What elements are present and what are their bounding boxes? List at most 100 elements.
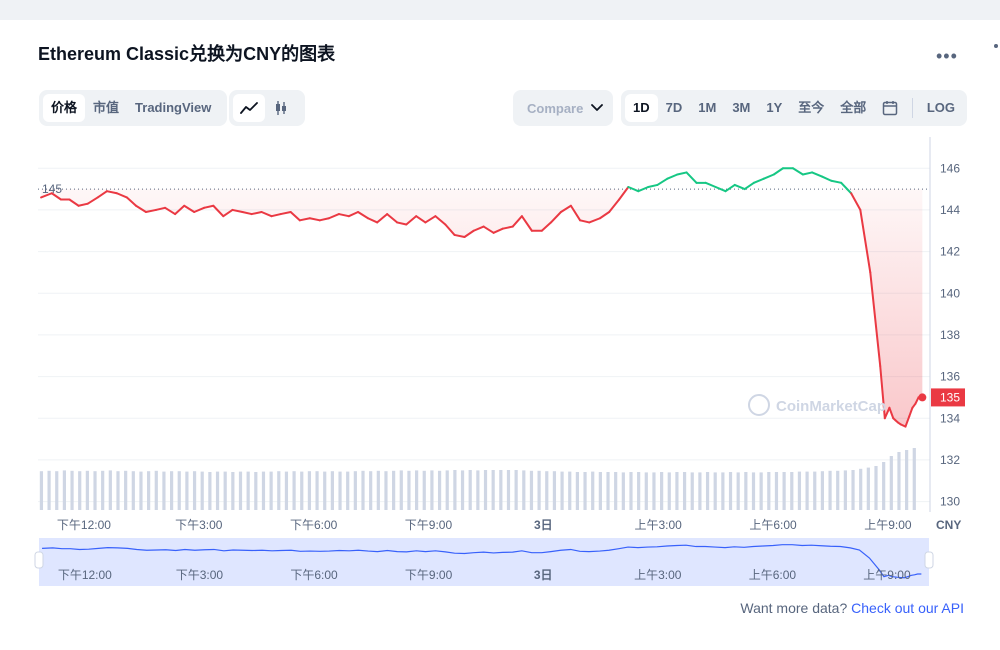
price-line-segment bbox=[733, 183, 746, 191]
volume-bar bbox=[353, 471, 357, 510]
volume-bar bbox=[744, 472, 748, 510]
volume-bar bbox=[215, 471, 220, 510]
volume-bar bbox=[583, 472, 587, 510]
volume-bar bbox=[62, 470, 66, 510]
volume-bar bbox=[47, 470, 51, 510]
volume-bar bbox=[598, 472, 602, 510]
volume-bar bbox=[637, 472, 641, 510]
y-tick-label: 134 bbox=[940, 411, 960, 425]
volume-bar bbox=[200, 471, 204, 510]
volume-bar bbox=[499, 470, 503, 510]
volume-bar bbox=[154, 470, 158, 510]
navigator-tick-label: 下午6:00 bbox=[290, 568, 338, 582]
volume-bar bbox=[537, 470, 541, 510]
price-line-segment bbox=[656, 177, 669, 186]
volume-bar bbox=[437, 470, 442, 510]
price-line-segment bbox=[666, 173, 679, 180]
volume-bar bbox=[797, 471, 802, 510]
price-line-segment bbox=[772, 167, 784, 176]
navigator-tick-label: 上午3:00 bbox=[634, 568, 682, 582]
navigator-tick-label: 下午12:00 bbox=[58, 568, 112, 582]
price-line-segment bbox=[752, 177, 765, 184]
navigator-tick-label: 上午9:00 bbox=[863, 568, 911, 582]
volume-bar bbox=[568, 471, 572, 510]
volume-bar bbox=[820, 471, 825, 510]
volume-bar bbox=[690, 472, 694, 510]
last-price-label: 135 bbox=[940, 390, 960, 404]
volume-bar bbox=[897, 452, 901, 510]
price-line-segment bbox=[647, 183, 659, 188]
volume-bar bbox=[606, 472, 610, 510]
volume-bar bbox=[177, 471, 181, 510]
volume-bar bbox=[522, 470, 526, 510]
volume-bar bbox=[330, 471, 334, 510]
volume-bar bbox=[376, 470, 380, 510]
volume-bar bbox=[147, 471, 151, 510]
navigator-handle[interactable] bbox=[924, 551, 934, 569]
price-line-segment bbox=[801, 171, 814, 176]
x-tick-label: 上午9:00 bbox=[864, 518, 912, 532]
volume-bar bbox=[790, 472, 794, 510]
volume-bar bbox=[430, 470, 434, 510]
volume-bar bbox=[422, 470, 426, 510]
volume-bar bbox=[445, 470, 449, 510]
volume-bar bbox=[453, 470, 457, 510]
volume-bar bbox=[238, 471, 243, 510]
volume-bar bbox=[85, 470, 89, 510]
coinmarketcap-logo-icon bbox=[748, 394, 770, 416]
price-line-segment bbox=[830, 179, 843, 184]
volume-bar bbox=[805, 471, 809, 510]
price-line-segment bbox=[811, 171, 824, 178]
volume-bar bbox=[836, 470, 840, 510]
volume-bar bbox=[346, 471, 350, 510]
volume-bar bbox=[124, 470, 128, 510]
watermark: CoinMarketCap bbox=[748, 394, 886, 416]
volume-bar bbox=[361, 470, 365, 510]
volume-bar bbox=[629, 472, 633, 510]
volume-bar bbox=[307, 471, 312, 510]
volume-bar bbox=[55, 471, 59, 510]
price-line-segment bbox=[821, 175, 833, 182]
volume-bar bbox=[813, 471, 817, 510]
volume-bar bbox=[621, 472, 625, 510]
volume-bar bbox=[162, 471, 166, 510]
y-tick-label: 142 bbox=[940, 245, 960, 259]
y-tick-label: 130 bbox=[940, 495, 960, 509]
volume-bar bbox=[882, 462, 886, 510]
volume-bar bbox=[859, 468, 863, 510]
volume-bar bbox=[614, 472, 618, 510]
volume-bar bbox=[392, 470, 396, 510]
volume-bar bbox=[736, 472, 740, 510]
volume-bar bbox=[384, 471, 388, 510]
x-tick-label: 上午6:00 bbox=[749, 518, 797, 532]
volume-bar bbox=[101, 470, 105, 510]
navigator-handle[interactable] bbox=[34, 551, 44, 569]
volume-bar bbox=[575, 472, 579, 510]
volume-bar bbox=[682, 472, 687, 510]
volume-bar bbox=[284, 471, 289, 510]
volume-bar bbox=[460, 470, 465, 510]
volume-bar bbox=[660, 472, 664, 510]
api-promo-text: Want more data? bbox=[740, 600, 848, 616]
navigator-tick-label: 下午9:00 bbox=[405, 568, 453, 582]
price-line-segment bbox=[724, 183, 736, 193]
price-line-segment bbox=[676, 171, 688, 176]
volume-bar bbox=[277, 471, 281, 510]
price-line-segment bbox=[685, 171, 698, 184]
volume-bar bbox=[70, 470, 74, 510]
api-link[interactable]: Check out our API bbox=[851, 600, 964, 616]
x-tick-label: 下午9:00 bbox=[405, 518, 453, 532]
volume-bar bbox=[407, 470, 411, 510]
volume-bar bbox=[369, 471, 373, 510]
last-price-dot bbox=[918, 393, 927, 402]
volume-bar bbox=[415, 470, 419, 510]
volume-bar bbox=[843, 470, 847, 510]
volume-bar bbox=[169, 471, 174, 510]
volume-bar bbox=[483, 470, 488, 510]
volume-bar bbox=[874, 466, 878, 510]
price-line-segment bbox=[743, 181, 755, 191]
volume-bar bbox=[905, 450, 909, 510]
volume-bar bbox=[889, 456, 893, 510]
volume-bar bbox=[491, 470, 495, 510]
volume-bar bbox=[644, 472, 648, 510]
